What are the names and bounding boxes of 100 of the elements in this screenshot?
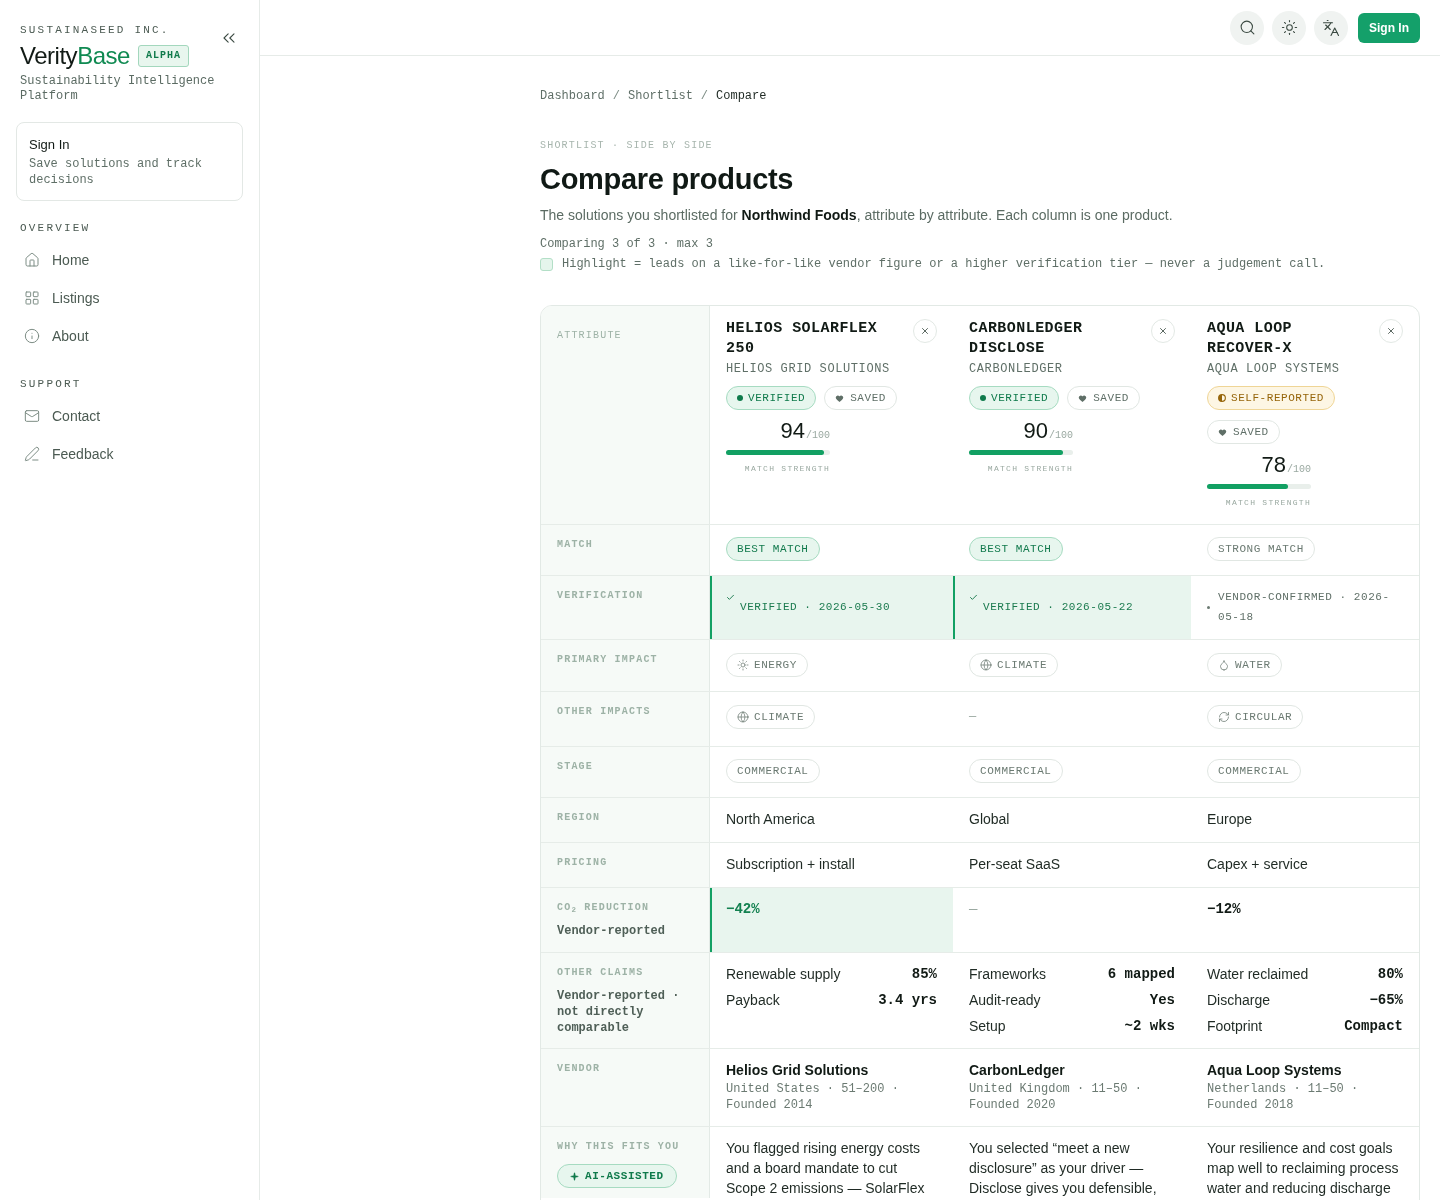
highlight-legend: Highlight = leads on a like-for-like vendor figure or a higher verification tier — never a judgement call. xyxy=(562,255,1326,273)
attribute-label: MATCH xyxy=(557,539,593,551)
claim-value: 85% xyxy=(911,965,937,984)
saved-button[interactable]: SAVED xyxy=(1067,386,1140,410)
grid-icon xyxy=(24,290,40,306)
claim-value: 6 mapped xyxy=(1107,965,1175,984)
metric-cell: −42% xyxy=(710,888,953,952)
nav-item[interactable]: Feedback xyxy=(16,435,243,473)
metric-cell-text: — xyxy=(968,900,979,919)
search-icon xyxy=(1238,19,1256,36)
breadcrumb-separator: / xyxy=(700,88,709,104)
vendor-name: Helios Grid Solutions xyxy=(726,1061,870,1080)
status-tag: COMMERCIAL xyxy=(969,759,1063,783)
badge-label: VERIFIED xyxy=(748,390,806,406)
globe-icon xyxy=(980,659,992,671)
vendor-details: United Kingdom · 11–50 · Founded 2020 xyxy=(969,1081,1143,1113)
bullet-icon xyxy=(1207,605,1210,609)
status-tag: BEST MATCH xyxy=(726,537,820,561)
close-icon xyxy=(920,326,930,336)
attribute-label: VERIFICATION xyxy=(557,590,644,602)
claim-label: Setup xyxy=(969,1017,1006,1036)
vendor-name: Aqua Loop Systems xyxy=(1207,1061,1343,1080)
language-button[interactable] xyxy=(1314,10,1348,45)
product-name: HELIOS SOLARFLEX 250 xyxy=(726,319,879,359)
pen-icon xyxy=(24,446,40,462)
section-heading: SUPPORT xyxy=(19,377,83,391)
verification-text: VENDOR-CONFIRMED · 2026-05-18 xyxy=(1218,590,1391,625)
tag-label: WATER xyxy=(1235,657,1271,673)
score-scale: /100 xyxy=(806,429,830,443)
table-cell-text: Per-seat SaaS xyxy=(968,855,1062,874)
badge-label: VERIFIED xyxy=(991,390,1049,406)
page-description: The solutions you shortlisted for Northwind Foods, attribute by attribute. Each column is one product. xyxy=(540,206,1173,225)
attribute-label: WHY THIS FITS YOU xyxy=(557,1141,680,1153)
saved-button[interactable]: SAVED xyxy=(824,386,897,410)
house-icon xyxy=(24,252,40,268)
tag-label: CLIMATE xyxy=(997,657,1048,673)
search-button[interactable] xyxy=(1230,10,1264,45)
breadcrumb-separator: / xyxy=(612,88,620,104)
claim-label: Frameworks xyxy=(969,965,1046,984)
status-dot-icon xyxy=(980,395,986,401)
breadcrumb-link[interactable]: Shortlist xyxy=(628,88,693,104)
status-tag: COMMERCIAL xyxy=(1207,759,1301,783)
sun-icon xyxy=(1280,19,1298,36)
match-score: 78 xyxy=(1261,451,1286,479)
claim-label: Footprint xyxy=(1207,1017,1263,1036)
sign-in-card[interactable]: Sign In Save solutions and track decisions xyxy=(16,122,243,201)
theme-button[interactable] xyxy=(1272,10,1306,45)
close-icon xyxy=(1158,326,1168,336)
tag-label: CLIMATE xyxy=(754,709,805,725)
product-name: CARBONLEDGER DISCLOSE xyxy=(969,319,1084,359)
nav-item[interactable]: Listings xyxy=(16,279,243,317)
claim-label: Renewable supply xyxy=(726,965,841,984)
claim-value: Compact xyxy=(1344,1017,1403,1036)
product-vendor: AQUA LOOP SYSTEMS xyxy=(1207,361,1340,378)
badge-label: SELF-REPORTED xyxy=(1231,390,1324,406)
translate-icon xyxy=(1322,18,1340,37)
vendor-details: United States · 51–200 · Founded 2014 xyxy=(726,1081,900,1113)
heart-icon xyxy=(835,393,845,403)
nav-item[interactable]: Contact xyxy=(16,397,243,435)
attribute-label: VENDOR xyxy=(557,1063,601,1075)
tagline: Sustainability Intelligence Platform xyxy=(19,74,216,104)
nav-item[interactable]: About xyxy=(16,317,243,355)
saved-button[interactable]: SAVED xyxy=(1207,420,1280,444)
nav-item[interactable]: Home xyxy=(16,241,243,279)
highlight-swatch-icon xyxy=(540,257,553,271)
page-eyebrow: SHORTLIST · SIDE BY SIDE xyxy=(540,139,713,153)
table-cell-text: Subscription + install xyxy=(725,855,856,874)
match-score: 90 xyxy=(1023,417,1048,445)
current-page-label: Compare xyxy=(716,88,767,104)
claim-value: Yes xyxy=(1149,991,1175,1010)
table-cell-text: Capex + service xyxy=(1206,855,1309,874)
globe-icon xyxy=(737,711,749,723)
breadcrumb-link[interactable]: Dashboard xyxy=(540,88,605,104)
check-icon xyxy=(969,593,978,602)
metric-cell-text: −12% xyxy=(1206,900,1242,919)
attribute-label: OTHER CLAIMS xyxy=(557,967,644,979)
claim-value: ~2 wks xyxy=(1124,1017,1175,1036)
table-cell-text: Europe xyxy=(1206,810,1254,829)
match-strength-caption: MATCH STRENGTH xyxy=(744,464,830,474)
rationale-text: Your resilience and cost goals map well to reclaiming process water and reducing discharge xyxy=(1207,1139,1400,1198)
match-strength-caption: MATCH STRENGTH xyxy=(1225,498,1311,508)
comparison-count: Comparing 3 of 3 · max 3 xyxy=(540,236,713,253)
circular-arrows-icon xyxy=(1218,711,1230,723)
vendor-details: Netherlands · 11–50 · Founded 2018 xyxy=(1207,1081,1360,1113)
product-vendor: CARBONLEDGER xyxy=(969,361,1063,378)
alpha-badge: ALPHA xyxy=(137,45,189,67)
verification-text: VERIFIED · 2026-05-30 xyxy=(740,600,891,615)
match-score: 94 xyxy=(780,417,805,445)
status-tag: BEST MATCH xyxy=(969,537,1063,561)
claim-label: Payback xyxy=(726,991,780,1010)
droplet-icon xyxy=(1218,659,1230,671)
attribute-label: PRIMARY IMPACT xyxy=(557,654,658,666)
check-icon xyxy=(726,593,735,602)
status-dot-icon xyxy=(737,395,743,401)
rationale-text: You selected “meet a new disclosure” as your driver — Disclose gives you defensible, xyxy=(969,1139,1158,1198)
claim-value: 80% xyxy=(1377,965,1403,984)
status-tag: COMMERCIAL xyxy=(726,759,820,783)
attribute-label: PRICING xyxy=(557,857,608,869)
attribute-heading: ATTRIBUTE xyxy=(557,330,622,341)
table-cell-text: North America xyxy=(725,810,816,829)
